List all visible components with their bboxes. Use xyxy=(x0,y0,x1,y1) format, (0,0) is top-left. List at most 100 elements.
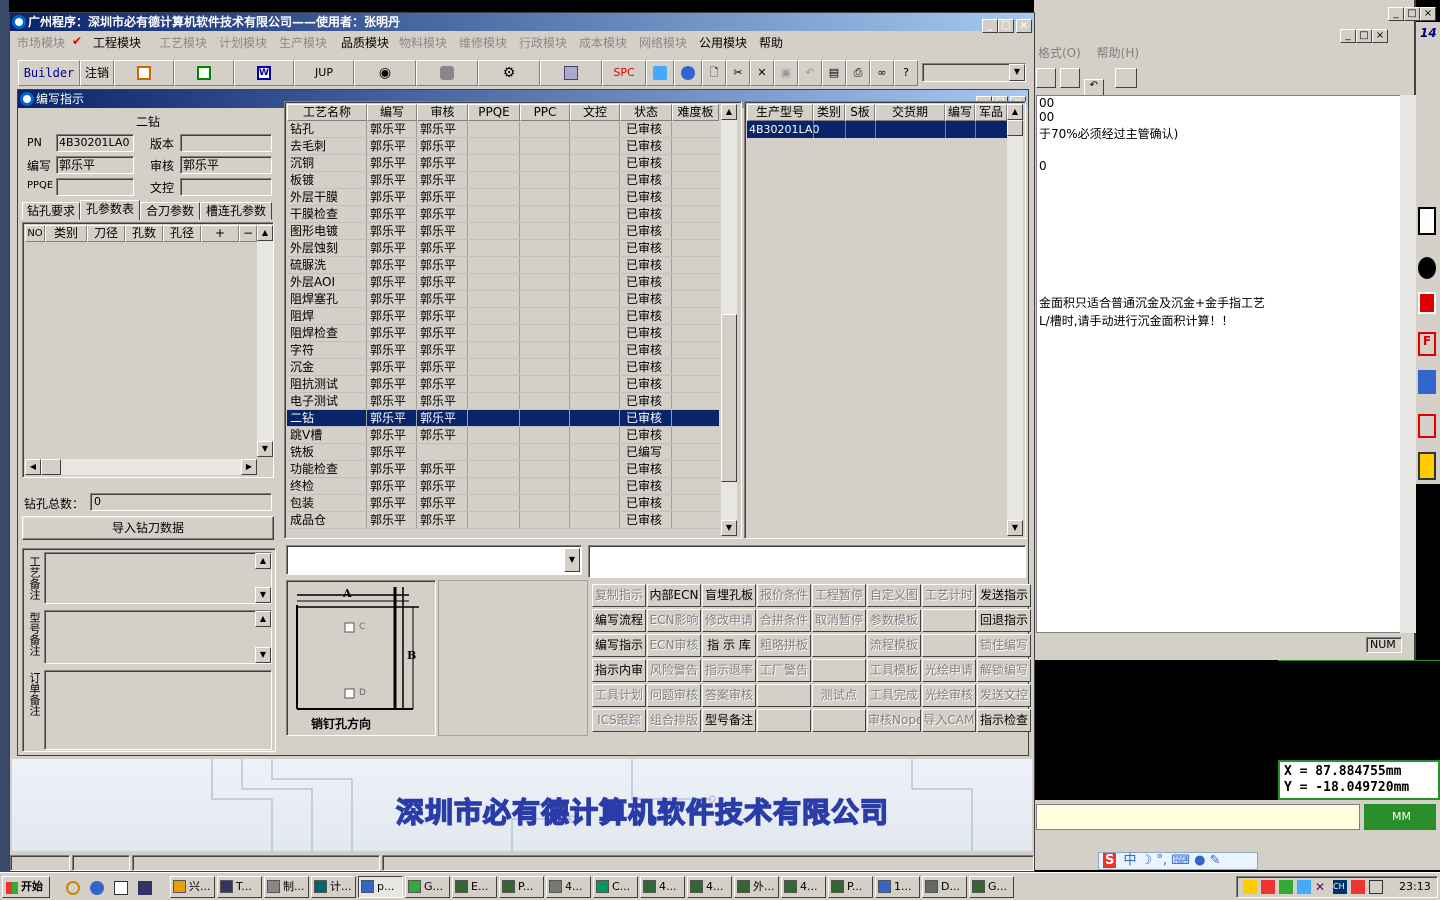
taskbar-button[interactable]: P... xyxy=(499,876,544,898)
tray-mail-icon[interactable] xyxy=(1369,880,1383,894)
col-reviewer[interactable]: 审核 xyxy=(417,104,468,121)
taskbar-button[interactable]: C... xyxy=(593,876,638,898)
process-table[interactable]: 工艺名称 编写 审核 PPQE PPC 文控 状态 难度板 钻孔 郭乐平 郭乐平 已审… xyxy=(284,101,742,539)
menu-process[interactable]: 工艺模块 xyxy=(159,34,207,51)
globe-icon[interactable] xyxy=(674,60,702,86)
tool-icon-1[interactable] xyxy=(1418,207,1436,235)
action-button-empty[interactable] xyxy=(757,684,811,707)
model-vertical-scrollbar[interactable] xyxy=(1007,104,1023,536)
ie-icon[interactable] xyxy=(90,881,104,895)
process-row[interactable]: 板镀 郭乐平 郭乐平 已审核 xyxy=(287,172,719,189)
jup-button[interactable]: JUP xyxy=(294,60,354,86)
process-row[interactable]: 成品仓 郭乐平 郭乐平 已审核 xyxy=(287,512,719,529)
action-button[interactable]: 导入CAM xyxy=(922,709,976,732)
taskbar-button[interactable]: P... xyxy=(828,876,873,898)
col-s-board[interactable]: S板 xyxy=(845,104,875,121)
model-table[interactable]: 生产型号 类别 S板 交货期 编写 军品 4B30201LA0 ▲ ▼ xyxy=(744,101,1026,539)
process-row[interactable]: 阻抗测试 郭乐平 郭乐平 已审核 xyxy=(287,376,719,393)
process-row[interactable]: 硫脲洗 郭乐平 郭乐平 已审核 xyxy=(287,257,719,274)
col-difficulty[interactable]: 难度板 xyxy=(672,104,719,121)
model-row-selected[interactable]: 4B30201LA0 xyxy=(747,121,1007,138)
reviewer-field[interactable]: 郭乐平 xyxy=(180,156,272,174)
process-scroll-up-icon[interactable]: ▲ xyxy=(721,104,737,120)
tray-icon-1[interactable] xyxy=(1243,880,1257,894)
tab-slot-parameters[interactable]: 槽连孔参数 xyxy=(200,202,272,220)
menu-cost[interactable]: 成本模块 xyxy=(579,34,627,51)
action-button-empty[interactable] xyxy=(812,634,866,657)
tab-drill-requirements[interactable]: 钻孔要求 xyxy=(22,202,80,220)
action-button[interactable]: 指示退率 xyxy=(702,659,756,682)
tool-icon-5[interactable] xyxy=(1418,370,1436,394)
process-row[interactable]: 去毛刺 郭乐平 郭乐平 已审核 xyxy=(287,138,719,155)
action-button[interactable]: 编写指示 xyxy=(592,634,646,657)
tool-icon-2[interactable] xyxy=(1418,257,1436,279)
tab-hole-parameters[interactable]: 孔参数表 xyxy=(80,200,140,220)
action-button[interactable]: 合拼条件 xyxy=(757,609,811,632)
bg-menu-format[interactable]: 格式(O) xyxy=(1038,46,1081,60)
taskbar-button[interactable]: 4... xyxy=(640,876,685,898)
action-button[interactable]: 工具完成 xyxy=(867,684,921,707)
spc-button[interactable]: SPC xyxy=(602,60,646,86)
scroll-left-icon[interactable]: ◀ xyxy=(25,459,41,475)
process-row[interactable]: 图形电镀 郭乐平 郭乐平 已审核 xyxy=(287,223,719,240)
tray-icon-5[interactable]: ✕ xyxy=(1315,880,1329,894)
process-row[interactable]: 电子测试 郭乐平 郭乐平 已审核 xyxy=(287,393,719,410)
process-row[interactable]: 外层干膜 郭乐平 郭乐平 已审核 xyxy=(287,189,719,206)
outer-close-button[interactable]: × xyxy=(1420,7,1436,21)
remarks-field[interactable] xyxy=(588,545,1026,578)
taskbar-button[interactable]: G... xyxy=(969,876,1014,898)
paste-icon[interactable] xyxy=(1059,68,1080,88)
action-button[interactable]: 粗略拼板 xyxy=(757,634,811,657)
main-close-button[interactable]: × xyxy=(1016,19,1032,33)
action-button[interactable]: 参数模板 xyxy=(867,609,921,632)
taskbar-button[interactable]: T... xyxy=(217,876,262,898)
clock-icon[interactable] xyxy=(66,881,80,895)
action-button[interactable]: 光绘申请 xyxy=(922,659,976,682)
menu-material[interactable]: 物料模块 xyxy=(399,34,447,51)
process-row[interactable]: 终检 郭乐平 郭乐平 已审核 xyxy=(287,478,719,495)
binoculars-icon[interactable]: ∞ xyxy=(870,60,894,86)
taskbar-button[interactable]: 4... xyxy=(546,876,591,898)
bg-vertical-scrollbar[interactable] xyxy=(1400,95,1416,633)
action-button[interactable]: 取消暂停 xyxy=(812,609,866,632)
taskbar-button[interactable]: G... xyxy=(405,876,450,898)
builder-button[interactable]: Builder xyxy=(18,60,80,86)
action-button[interactable]: 指示检查 xyxy=(977,709,1031,732)
tray-clock[interactable]: 23:13 xyxy=(1399,880,1431,893)
process-row[interactable]: 铣板 郭乐平 已编写 xyxy=(287,444,719,461)
process-row[interactable]: 字符 郭乐平 郭乐平 已审核 xyxy=(287,342,719,359)
action-button-empty[interactable] xyxy=(922,609,976,632)
bg-maximize-button[interactable]: □ xyxy=(1356,29,1372,43)
process-combobox[interactable]: ▼ xyxy=(286,545,582,575)
action-button[interactable]: 解锁编写 xyxy=(977,659,1031,682)
disk-icon[interactable] xyxy=(138,881,152,895)
order-note-field[interactable] xyxy=(44,670,272,750)
bg-menu-help[interactable]: 帮助(H) xyxy=(1097,46,1139,60)
process-row[interactable]: 包装 郭乐平 郭乐平 已审核 xyxy=(287,495,719,512)
action-button[interactable]: 锁住编写 xyxy=(977,634,1031,657)
taskbar-button[interactable]: 4... xyxy=(687,876,732,898)
menu-common[interactable]: 公用模块 xyxy=(699,34,747,51)
action-button[interactable]: 型号备注 xyxy=(702,709,756,732)
action-button[interactable]: 工具模板 xyxy=(867,659,921,682)
diagram-checkbox-c[interactable]: C xyxy=(359,622,365,632)
action-button-empty[interactable] xyxy=(757,709,811,732)
action-button[interactable]: 编写流程 xyxy=(592,609,646,632)
process-row[interactable]: 外层蚀刻 郭乐平 郭乐平 已审核 xyxy=(287,240,719,257)
menu-maintenance[interactable]: 维修模块 xyxy=(459,34,507,51)
scroll-right-icon[interactable]: ▶ xyxy=(241,459,257,475)
hscroll-thumb[interactable] xyxy=(41,459,61,475)
logout-button[interactable]: 注销 xyxy=(80,60,114,86)
action-button[interactable]: 风险警告 xyxy=(647,659,701,682)
pn-field[interactable]: 4B30201LA0 xyxy=(56,134,134,152)
process-row[interactable]: 外层AOI 郭乐平 郭乐平 已审核 xyxy=(287,274,719,291)
preview-icon[interactable]: ▤ xyxy=(822,60,846,86)
process-row[interactable]: 跳V槽 郭乐平 郭乐平 已审核 xyxy=(287,427,719,444)
col-writer[interactable]: 编写 xyxy=(367,104,417,121)
note2-scroll-down-icon[interactable]: ▼ xyxy=(255,647,271,663)
action-button[interactable]: 测试点 xyxy=(812,684,866,707)
taskbar-button[interactable]: 制... xyxy=(264,876,309,898)
action-button[interactable]: ECN审核 xyxy=(647,634,701,657)
action-button-empty[interactable] xyxy=(812,709,866,732)
grid-add-button[interactable]: + xyxy=(201,225,239,242)
